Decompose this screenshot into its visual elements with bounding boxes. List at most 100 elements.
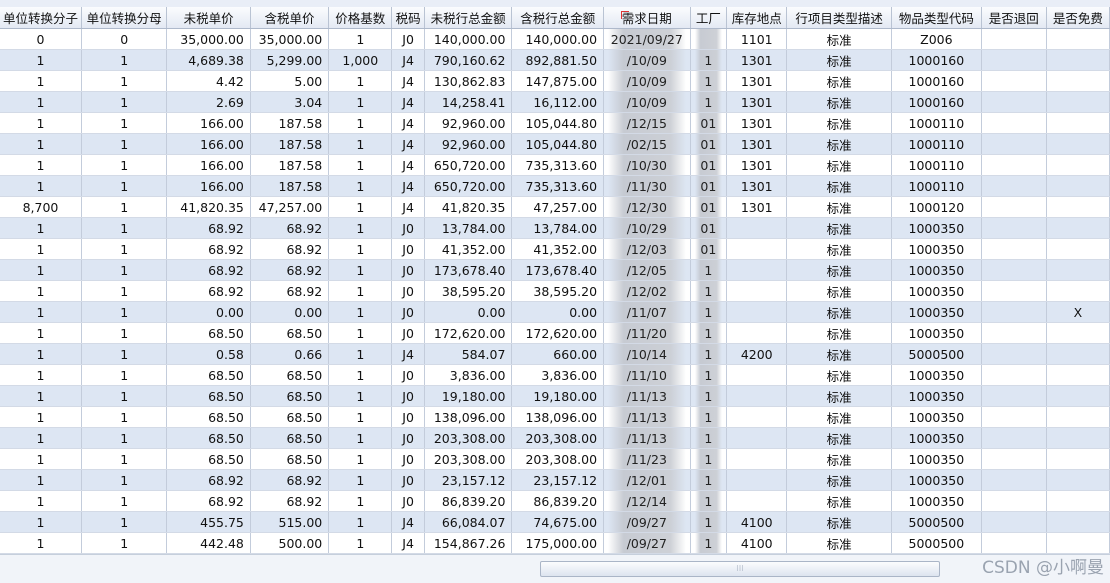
table-cell[interactable]: 187.58 bbox=[250, 112, 330, 134]
table-cell[interactable]: 1 bbox=[690, 70, 728, 92]
table-cell[interactable]: 68.50 bbox=[250, 385, 330, 407]
table-cell[interactable] bbox=[1046, 91, 1110, 113]
table-cell[interactable]: 1 bbox=[81, 469, 168, 491]
table-cell[interactable]: J4 bbox=[391, 175, 425, 197]
table-cell[interactable]: 203,308.00 bbox=[511, 448, 605, 470]
table-cell[interactable]: 1000350 bbox=[891, 448, 982, 470]
table-cell[interactable] bbox=[726, 259, 788, 281]
table-cell[interactable]: 1 bbox=[328, 28, 393, 50]
table-cell[interactable] bbox=[981, 112, 1047, 134]
table-cell[interactable]: 1000160 bbox=[891, 49, 982, 71]
table-cell[interactable]: J0 bbox=[391, 448, 425, 470]
column-header[interactable]: 价格基数 bbox=[328, 7, 393, 29]
table-cell[interactable]: 166.00 bbox=[166, 154, 251, 176]
table-cell[interactable]: 203,308.00 bbox=[424, 427, 513, 449]
table-cell[interactable]: 1 bbox=[328, 385, 393, 407]
table-cell[interactable]: /10/09 bbox=[603, 49, 691, 71]
table-cell[interactable] bbox=[1046, 112, 1110, 134]
table-row[interactable]: 1 1 68.92 68.92 1 J0 86,839.20 86,839.20/12/14 1… bbox=[0, 490, 1110, 512]
table-cell[interactable]: 0.66 bbox=[250, 343, 330, 365]
table-cell[interactable]: 68.50 bbox=[250, 448, 330, 470]
table-cell[interactable]: 1 bbox=[328, 91, 393, 113]
table-cell[interactable]: 标准 bbox=[786, 70, 893, 92]
column-header[interactable]: 单位转换分子 bbox=[0, 7, 82, 29]
table-cell[interactable]: 105,044.80 bbox=[511, 112, 605, 134]
table-cell[interactable]: 68.92 bbox=[166, 490, 251, 512]
table-cell[interactable]: 1 bbox=[0, 133, 82, 155]
table-cell[interactable]: 1 bbox=[81, 91, 168, 113]
table-cell[interactable]: 标准 bbox=[786, 364, 893, 386]
table-cell[interactable]: 68.50 bbox=[166, 406, 251, 428]
table-cell[interactable]: 1000350 bbox=[891, 364, 982, 386]
table-cell[interactable]: 86,839.20 bbox=[511, 490, 605, 512]
table-cell[interactable]: 68.92 bbox=[250, 259, 330, 281]
table-cell[interactable]: 584.07 bbox=[424, 343, 513, 365]
table-cell[interactable] bbox=[981, 322, 1047, 344]
table-cell[interactable]: 172,620.00 bbox=[511, 322, 605, 344]
table-cell[interactable]: 203,308.00 bbox=[511, 427, 605, 449]
table-cell[interactable]: 1 bbox=[328, 532, 393, 554]
table-row[interactable]: 1 1 455.75 515.00 1 J4 66,084.07 74,675.00/09/2… bbox=[0, 511, 1110, 533]
table-cell[interactable]: 0.00 bbox=[424, 301, 513, 323]
table-cell[interactable]: 1 bbox=[81, 259, 168, 281]
table-cell[interactable]: 1,000 bbox=[328, 49, 393, 71]
table-cell[interactable]: 660.00 bbox=[511, 343, 605, 365]
table-cell[interactable]: 1 bbox=[81, 511, 168, 533]
column-header[interactable]: 行项目类型描述 bbox=[786, 7, 893, 29]
table-cell[interactable]: 173,678.40 bbox=[511, 259, 605, 281]
table-cell[interactable]: 1 bbox=[328, 70, 393, 92]
table-cell[interactable]: 68.50 bbox=[166, 427, 251, 449]
table-cell[interactable]: 92,960.00 bbox=[424, 133, 513, 155]
table-cell[interactable]: 1 bbox=[0, 385, 82, 407]
table-cell[interactable]: 68.92 bbox=[250, 280, 330, 302]
table-cell[interactable]: 4.42 bbox=[166, 70, 251, 92]
table-cell[interactable]: 标准 bbox=[786, 532, 893, 554]
table-cell[interactable]: 1000350 bbox=[891, 280, 982, 302]
table-cell[interactable]: 650,720.00 bbox=[424, 175, 513, 197]
column-header[interactable]: 单位转换分母 bbox=[81, 7, 168, 29]
table-cell[interactable] bbox=[981, 364, 1047, 386]
table-row[interactable]: 1 1 166.00 187.58 1 J4 92,960.00 105,044.80/12/… bbox=[0, 112, 1110, 134]
table-cell[interactable]: 187.58 bbox=[250, 133, 330, 155]
table-cell[interactable]: 1 bbox=[328, 322, 393, 344]
table-cell[interactable]: 1000110 bbox=[891, 154, 982, 176]
table-cell[interactable]: 标准 bbox=[786, 259, 893, 281]
table-cell[interactable]: 154,867.26 bbox=[424, 532, 513, 554]
table-cell[interactable]: J0 bbox=[391, 28, 425, 50]
table-cell[interactable]: 1 bbox=[328, 511, 393, 533]
table-cell[interactable]: 标准 bbox=[786, 406, 893, 428]
table-cell[interactable] bbox=[981, 490, 1047, 512]
table-cell[interactable]: 38,595.20 bbox=[511, 280, 605, 302]
table-cell[interactable]: J4 bbox=[391, 112, 425, 134]
table-cell[interactable]: 1 bbox=[328, 259, 393, 281]
table-cell[interactable]: 0 bbox=[0, 28, 82, 50]
table-cell[interactable]: 1 bbox=[0, 70, 82, 92]
table-cell[interactable]: 5.00 bbox=[250, 70, 330, 92]
table-row[interactable]: 1 1 166.00 187.58 1 J4 650,720.00 735,313.60/10… bbox=[0, 154, 1110, 176]
table-cell[interactable]: 标准 bbox=[786, 448, 893, 470]
table-cell[interactable]: 166.00 bbox=[166, 133, 251, 155]
table-cell[interactable]: 0.00 bbox=[511, 301, 605, 323]
table-cell[interactable]: 1 bbox=[0, 91, 82, 113]
table-cell[interactable] bbox=[726, 448, 788, 470]
table-cell[interactable] bbox=[1046, 259, 1110, 281]
table-cell[interactable]: 4100 bbox=[726, 532, 788, 554]
table-cell[interactable] bbox=[981, 343, 1047, 365]
table-cell[interactable]: 175,000.00 bbox=[511, 532, 605, 554]
table-cell[interactable]: 1301 bbox=[726, 154, 788, 176]
table-cell[interactable]: 1 bbox=[328, 154, 393, 176]
table-cell[interactable]: 1 bbox=[81, 427, 168, 449]
table-cell[interactable]: 1301 bbox=[726, 91, 788, 113]
table-cell[interactable]: 3.04 bbox=[250, 91, 330, 113]
table-cell[interactable]: 1000160 bbox=[891, 70, 982, 92]
table-cell[interactable]: 标准 bbox=[786, 343, 893, 365]
table-cell[interactable]: 1 bbox=[0, 490, 82, 512]
table-cell[interactable] bbox=[1046, 217, 1110, 239]
table-cell[interactable] bbox=[981, 385, 1047, 407]
table-cell[interactable]: 1 bbox=[0, 259, 82, 281]
table-cell[interactable] bbox=[981, 217, 1047, 239]
table-cell[interactable]: 1301 bbox=[726, 70, 788, 92]
table-cell[interactable]: 68.92 bbox=[250, 490, 330, 512]
table-row[interactable]: 1 1 68.50 68.50 1 J0 203,308.00 203,308.00/11/1… bbox=[0, 427, 1110, 449]
table-cell[interactable]: 0 bbox=[81, 28, 168, 50]
